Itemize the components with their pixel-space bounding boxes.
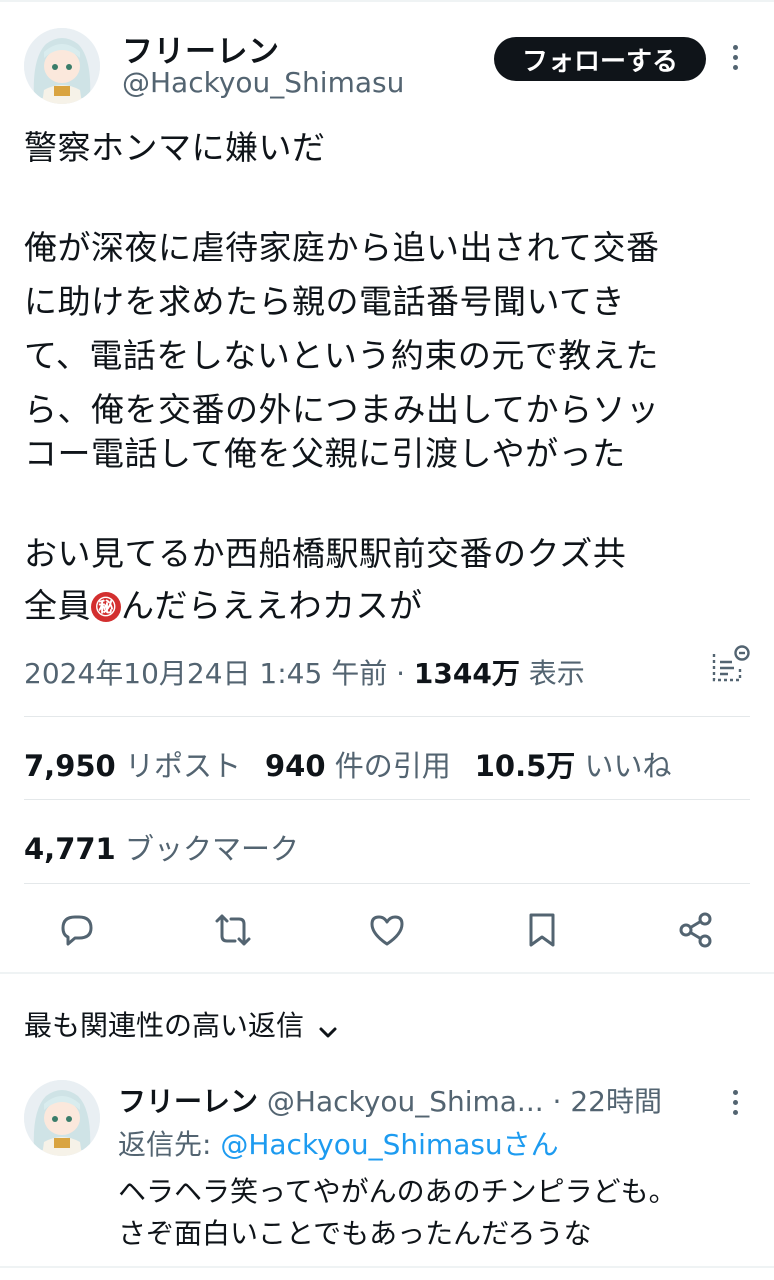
- replying-to: 返信先: @Hackyou_Shimasuさん: [118, 1123, 559, 1163]
- reply-text-line: ヘラヘラ笑ってやがんのあのチンピラども。: [118, 1175, 677, 1208]
- tweet-line: 警察ホンマに嫌いだ: [24, 128, 326, 167]
- author-name[interactable]: フリーレン: [122, 26, 280, 71]
- divider: [24, 799, 750, 800]
- reply-header: フリーレン @Hackyou_Shima... · 22時間: [118, 1080, 662, 1120]
- replying-to-prefix: 返信先:: [118, 1128, 221, 1161]
- section-divider: [0, 972, 774, 974]
- more-options-icon[interactable]: [728, 45, 742, 70]
- chevron-down-icon: [317, 1017, 343, 1038]
- repost-icon[interactable]: [213, 910, 253, 950]
- reposts-count: 7,950: [24, 749, 116, 783]
- tweet-line: て、電話をしないという約束の元で教えた: [24, 336, 659, 375]
- tweet-line: おい見てるか西船橋駅駅前交番のクズ共: [24, 534, 627, 573]
- views-label: 表示: [519, 657, 585, 690]
- reply-more-options-icon[interactable]: [728, 1090, 742, 1115]
- timestamp[interactable]: 2024年10月24日 1:45 午前: [24, 657, 387, 690]
- tweet-last-line: 全員㊙んだらええわカスが: [24, 576, 423, 636]
- likes-count: 10.5万: [474, 749, 576, 783]
- secret-emoji: ㊙: [91, 592, 121, 622]
- engagement-stats: 7,950 リポスト 940 件の引用 10.5万 いいね: [24, 743, 672, 785]
- likes-label: いいね: [584, 749, 672, 783]
- share-icon[interactable]: [676, 910, 716, 950]
- tweet-text-segment: んだらええわカスが: [121, 586, 423, 625]
- meta-separator: ·: [387, 657, 414, 690]
- replies-sort-label: 最も関連性の高い返信: [24, 1009, 305, 1042]
- tweet-text-segment: 全員: [24, 586, 91, 625]
- bookmarks-label: ブックマーク: [124, 832, 299, 866]
- quotes-count: 940: [264, 749, 326, 783]
- replying-to-handle[interactable]: @Hackyou_Shimasuさん: [220, 1128, 558, 1161]
- bookmarks-stat[interactable]: 4,771 ブックマーク: [24, 826, 299, 868]
- reply-author-name[interactable]: フリーレン: [118, 1085, 258, 1118]
- views-count: 1344万: [413, 657, 520, 690]
- reply-icon[interactable]: [57, 910, 97, 950]
- reply-text-line: さぞ面白いことでもあったんだろうな: [118, 1217, 592, 1250]
- reply-author-handle[interactable]: @Hackyou_Shima...: [267, 1085, 544, 1118]
- tweet-meta: 2024年10月24日 1:45 午前 · 1344万 表示: [24, 652, 585, 692]
- reply-avatar[interactable]: [24, 1080, 100, 1156]
- top-divider: [0, 0, 774, 2]
- likes-stat[interactable]: 10.5万 いいね: [475, 749, 672, 783]
- bottom-divider: [0, 1266, 774, 1268]
- divider: [24, 716, 750, 717]
- like-icon[interactable]: [367, 910, 407, 950]
- avatar[interactable]: [24, 28, 100, 104]
- author-handle[interactable]: @Hackyou_Shimasu: [122, 66, 404, 99]
- tweet-line: に助けを求めたら親の電話番号聞いてき: [24, 282, 626, 321]
- bookmarks-count: 4,771: [24, 832, 116, 866]
- bookmark-icon[interactable]: [522, 910, 562, 950]
- quotes-stat[interactable]: 940 件の引用: [265, 749, 451, 783]
- divider: [24, 883, 750, 884]
- replies-sort-dropdown[interactable]: 最も関連性の高い返信: [24, 1004, 343, 1044]
- tweet-line: コー電話して俺を父親に引渡しやがった: [24, 434, 626, 473]
- analytics-icon[interactable]: [706, 644, 750, 688]
- reposts-label: リポスト: [124, 749, 241, 783]
- follow-button[interactable]: フォローする: [494, 37, 706, 81]
- reposts-stat[interactable]: 7,950 リポスト: [24, 749, 241, 783]
- quotes-label: 件の引用: [334, 749, 451, 783]
- tweet-line: 俺が深夜に虐待家庭から追い出されて交番: [24, 228, 660, 267]
- reply-time[interactable]: · 22時間: [553, 1085, 662, 1118]
